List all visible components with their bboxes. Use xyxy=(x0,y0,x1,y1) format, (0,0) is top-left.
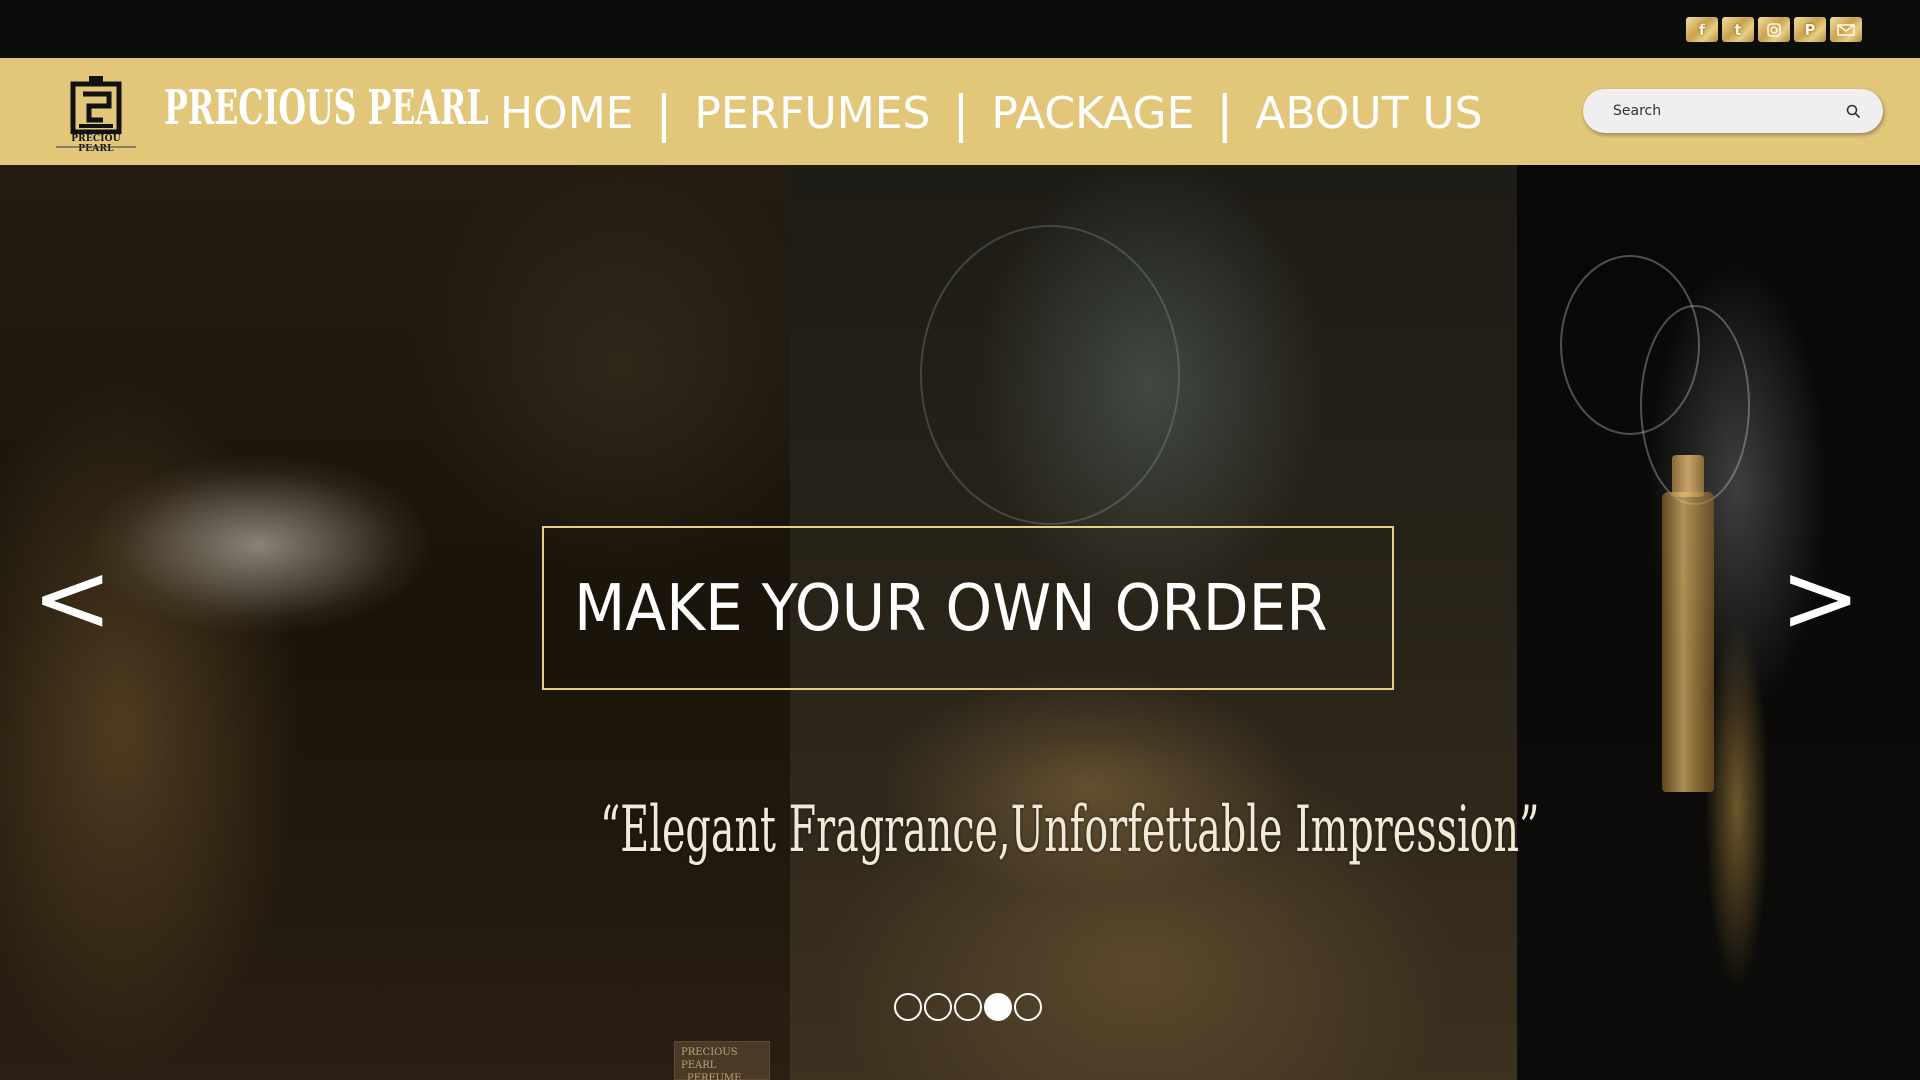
facebook-icon[interactable]: f xyxy=(1686,17,1718,42)
logo-caption: PRECIOU PEARL xyxy=(71,134,121,154)
slide-indicators xyxy=(894,993,1042,1021)
nav-about-us[interactable]: ABOUT US xyxy=(1255,88,1482,139)
bottle-cork xyxy=(1672,455,1704,497)
logo-icon xyxy=(70,76,122,134)
social-links: f t P xyxy=(1686,17,1862,42)
pinterest-glyph: P xyxy=(1804,20,1816,39)
nav-perfumes[interactable]: PERFUMES xyxy=(694,88,930,139)
slide-dot-3[interactable] xyxy=(954,993,982,1021)
nav-separator: | xyxy=(1216,84,1234,143)
mail-glyph xyxy=(1837,23,1855,36)
logo[interactable]: PRECIOU PEARL xyxy=(52,76,140,154)
search-box xyxy=(1583,89,1883,133)
nav-separator: | xyxy=(655,84,673,143)
site-header: PRECIOU PEARL PRECIOUS PEARL HOME | PERF… xyxy=(0,58,1920,165)
bottle-label-line-2: PERFUME xyxy=(687,1073,742,1080)
prev-slide-button[interactable]: < xyxy=(32,550,112,646)
slide-dot-4[interactable] xyxy=(984,993,1012,1021)
hero-tagline: “Elegant Fragrance,Unforfettable Impress… xyxy=(600,793,1540,867)
search-input[interactable] xyxy=(1613,99,1833,123)
slide-dot-1[interactable] xyxy=(894,993,922,1021)
twitter-icon[interactable]: t xyxy=(1722,17,1754,42)
logo-tagline xyxy=(56,146,136,148)
cta-label: MAKE YOUR OWN ORDER xyxy=(574,572,1328,646)
perfume-bottle xyxy=(1662,492,1714,792)
bottle-label-line-1: PRECIOUS PEARL xyxy=(681,1047,738,1071)
twitter-glyph: t xyxy=(1734,20,1742,39)
instagram-icon[interactable] xyxy=(1758,17,1790,42)
next-slide-button[interactable]: > xyxy=(1780,550,1860,646)
nav-package[interactable]: PACKAGE xyxy=(991,88,1194,139)
main-nav: HOME | PERFUMES | PACKAGE | ABOUT US xyxy=(500,88,1483,139)
brand-name[interactable]: PRECIOUS PEARL xyxy=(164,80,489,136)
slide-dot-2[interactable] xyxy=(924,993,952,1021)
smoke-decoration xyxy=(920,225,1180,525)
cta-button[interactable]: MAKE YOUR OWN ORDER xyxy=(542,526,1394,690)
nav-separator: | xyxy=(952,84,970,143)
mail-icon[interactable] xyxy=(1830,17,1862,42)
instagram-glyph xyxy=(1767,22,1781,37)
search-icon[interactable] xyxy=(1845,103,1861,119)
top-bar: f t P xyxy=(0,0,1920,58)
pinterest-icon[interactable]: P xyxy=(1794,17,1826,42)
facebook-glyph: f xyxy=(1698,20,1706,39)
bottle-label: PRECIOUS PEARL PERFUME xyxy=(674,1041,770,1080)
nav-home[interactable]: HOME xyxy=(500,88,633,139)
hero-slider: < > MAKE YOUR OWN ORDER “Elegant Fragran… xyxy=(0,165,1920,1080)
slide-dot-5[interactable] xyxy=(1014,993,1042,1021)
